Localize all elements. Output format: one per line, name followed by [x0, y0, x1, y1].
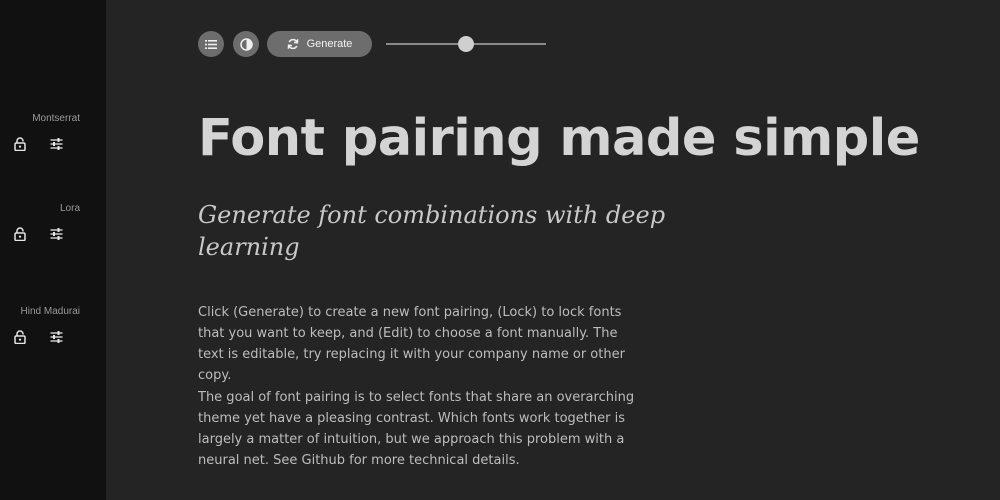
list-view-button[interactable]	[198, 31, 224, 57]
lock-button[interactable]	[13, 227, 27, 241]
contrast-icon	[239, 37, 253, 51]
slider-thumb[interactable]	[458, 36, 474, 52]
edit-font-button[interactable]	[49, 330, 63, 344]
generate-button[interactable]: Generate	[267, 31, 372, 57]
font-name-label: Montserrat	[32, 113, 80, 124]
generate-label: Generate	[306, 38, 353, 50]
sliders-icon	[50, 138, 62, 150]
theme-toggle-button[interactable]	[233, 31, 259, 57]
lock-button[interactable]	[13, 330, 27, 344]
font-slot-body: Hind Madurai	[0, 306, 80, 346]
page-headline: Font pairing made simple	[198, 109, 920, 168]
body-paragraph: Click (Generate) to create a new font pa…	[198, 305, 625, 383]
size-slider[interactable]	[386, 31, 546, 57]
unlock-icon	[14, 330, 26, 344]
unlock-icon	[14, 227, 26, 241]
font-controls	[0, 137, 80, 153]
unlock-icon	[14, 137, 26, 151]
lock-button[interactable]	[13, 137, 27, 151]
font-name-label: Lora	[59, 203, 80, 214]
list-icon	[205, 39, 217, 49]
font-controls	[0, 330, 80, 346]
font-name-label: Hind Madurai	[20, 306, 80, 317]
font-sidebar: Montserrat Lora Hind Madurai	[0, 0, 106, 500]
page-subheading: Generate font combinations with deep lea…	[198, 201, 666, 261]
font-slot-subheading: Lora	[0, 203, 80, 243]
edit-font-button[interactable]	[49, 137, 63, 151]
font-slot-heading: Montserrat	[0, 113, 80, 153]
edit-font-button[interactable]	[49, 227, 63, 241]
sliders-icon	[50, 331, 62, 343]
refresh-icon	[287, 38, 298, 50]
sliders-icon	[50, 228, 62, 240]
main-content: Generate Font pairing made simple Genera…	[106, 0, 1000, 500]
font-controls	[0, 227, 80, 243]
body-paragraph: The goal of font pairing is to select fo…	[198, 390, 635, 468]
